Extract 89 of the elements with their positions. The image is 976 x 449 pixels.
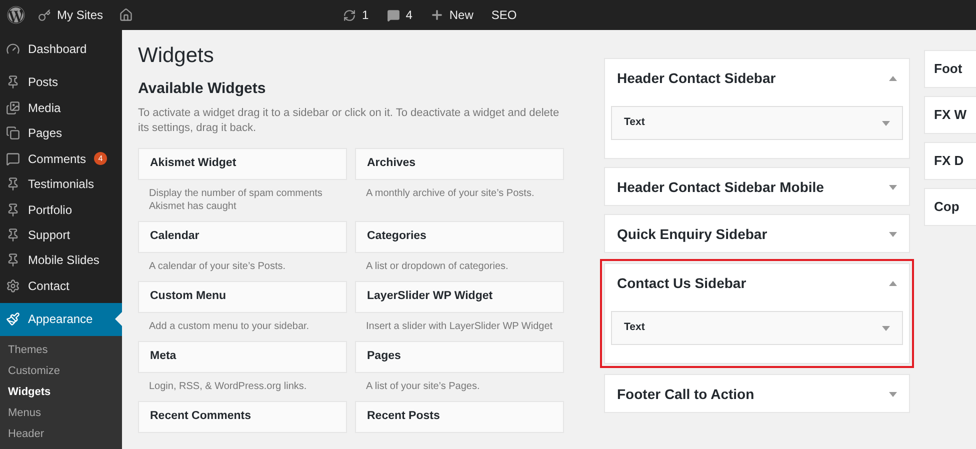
sidebar-title: Foot	[934, 60, 962, 78]
section-description: To activate a widget drag it to a sidebar or click on it. To deactivate a widget and delete its settings, drag it back.	[138, 106, 560, 136]
collapse-arrow-icon[interactable]	[889, 76, 897, 80]
sidebar-header[interactable]: Contact Us Sidebar	[605, 265, 909, 301]
sidebar-header[interactable]: Quick Enquiry Sidebar	[605, 216, 909, 252]
pin-icon	[6, 253, 20, 268]
widget-description: A monthly archive of your site’s Posts.	[365, 186, 536, 200]
sidebar-panel[interactable]: Cop	[924, 188, 976, 226]
settings-icon	[6, 278, 20, 293]
widget-card[interactable]: LayerSlider WP Widget	[355, 280, 564, 312]
key-icon	[38, 8, 51, 22]
sidebar-title: Header Contact Sidebar Mobile	[617, 178, 824, 196]
sidebar-title: Footer Call to Action	[617, 384, 754, 404]
sidebar-title: Header Contact Sidebar	[617, 68, 776, 88]
submenu-item[interactable]: Themes	[0, 340, 122, 361]
menu-item[interactable]: Portfolio	[0, 196, 122, 222]
submenu-item[interactable]: Customize	[0, 361, 122, 382]
pin-icon	[6, 202, 20, 217]
expand-arrow-icon[interactable]	[889, 392, 897, 396]
paintbrush-icon	[6, 312, 20, 326]
widget-description: A calendar of your site’s Posts.	[148, 260, 287, 274]
images-icon	[6, 100, 20, 115]
menu-item[interactable]: Appearance	[0, 302, 122, 336]
widget-item[interactable]: Text	[611, 106, 903, 140]
count-badge: 4	[94, 152, 108, 166]
seo-link[interactable]: SEO	[491, 6, 517, 24]
updates-link[interactable]: 1	[343, 6, 369, 24]
speech-bubble-icon	[6, 152, 20, 166]
sidebar-title: Quick Enquiry Sidebar	[617, 224, 768, 244]
sidebar-title: Contact Us Sidebar	[617, 274, 746, 292]
comments-link[interactable]: 4	[386, 6, 412, 24]
page-title: Widgets	[138, 43, 215, 69]
widget-card[interactable]: Pages	[355, 340, 564, 372]
menu-item[interactable]: Support	[0, 222, 122, 248]
sidebar-panel[interactable]: FX D	[924, 142, 976, 180]
expand-arrow-icon[interactable]	[882, 120, 890, 126]
gauge-icon	[6, 42, 20, 56]
widget-card[interactable]: Custom Menu	[138, 280, 347, 312]
plus-icon	[430, 8, 444, 22]
widget-card[interactable]: Calendar	[138, 220, 347, 252]
widget-card[interactable]: Archives	[355, 148, 564, 180]
sidebar-title: FX W	[934, 106, 966, 124]
menu-item[interactable]: Mobile Slides	[0, 248, 122, 274]
menu-item[interactable]: Pages	[0, 120, 122, 146]
sidebar-panel[interactable]: Foot	[924, 50, 976, 88]
pin-icon	[6, 177, 20, 192]
widget-description: A list or dropdown of categories.	[365, 260, 510, 274]
widget-description: Login, RSS, & WordPress.org links.	[148, 380, 308, 394]
home-icon[interactable]	[119, 8, 134, 22]
pin-icon	[6, 75, 20, 90]
submenu-item[interactable]: Widgets	[0, 382, 122, 403]
widget-description: Add a custom menu to your sidebar.	[148, 320, 310, 334]
menu-item[interactable]: Posts	[0, 69, 122, 95]
submenu-item[interactable]: Menus	[0, 403, 122, 424]
widget-card[interactable]: Recent Posts	[355, 400, 564, 432]
widget-title: Text	[624, 115, 645, 130]
refresh-icon	[343, 8, 356, 22]
widget-card[interactable]: Meta	[138, 340, 347, 372]
my-sites-link[interactable]: My Sites	[38, 6, 104, 24]
submenu-item[interactable]: Header	[0, 424, 122, 445]
collapse-arrow-icon[interactable]	[889, 280, 897, 286]
menu-item[interactable]: Comments 4	[0, 146, 122, 172]
menu-item[interactable]: Testimonials	[0, 171, 122, 197]
new-link[interactable]: New	[430, 6, 474, 24]
menu-item[interactable]: Media	[0, 94, 122, 120]
sidebar-header[interactable]: Footer Call to Action	[605, 376, 909, 412]
sidebar-panel[interactable]: FX W	[924, 96, 976, 134]
expand-arrow-icon[interactable]	[889, 184, 897, 190]
menu-item[interactable]: Dashboard	[0, 36, 122, 62]
pin-icon	[6, 228, 20, 242]
widget-card[interactable]: Recent Comments	[138, 400, 347, 432]
expand-arrow-icon[interactable]	[882, 326, 890, 330]
speech-bubble-icon	[386, 8, 400, 22]
sidebar-title: Cop	[934, 198, 960, 216]
sidebar-header[interactable]: Header Contact Sidebar	[605, 60, 909, 96]
widget-card[interactable]: Akismet Widget	[138, 148, 347, 180]
pages-icon	[6, 126, 20, 140]
widget-item[interactable]: Text	[611, 311, 903, 345]
sidebar-header[interactable]: Header Contact Sidebar Mobile	[605, 169, 909, 205]
widget-title: Text	[624, 320, 645, 336]
sidebar-title: FX D	[934, 152, 964, 170]
widget-description: Display the number of spam comments Akismet has caught	[148, 186, 324, 214]
menu-item[interactable]: Contact	[0, 273, 122, 299]
logo-icon[interactable]	[7, 6, 25, 24]
expand-arrow-icon[interactable]	[889, 232, 897, 236]
widget-description: A list of your site’s Pages.	[365, 380, 481, 394]
widget-card[interactable]: Categories	[355, 220, 564, 252]
section-title: Available Widgets	[138, 79, 267, 99]
widget-description: Insert a slider with LayerSlider WP Widget	[365, 320, 554, 334]
